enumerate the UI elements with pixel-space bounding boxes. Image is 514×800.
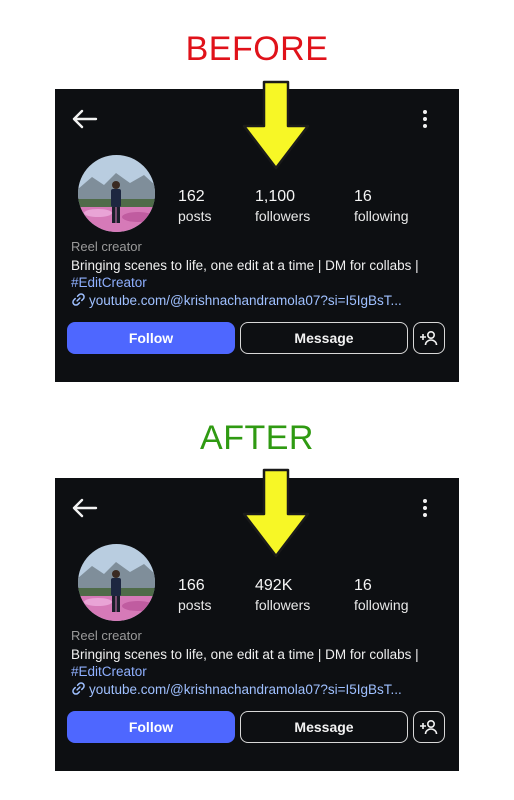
link-icon	[72, 293, 85, 306]
profile-link[interactable]: youtube.com/@krishnachandramola07?si=I5I…	[71, 292, 451, 308]
profile-link-text: youtube.com/@krishnachandramola07?si=I5I…	[89, 682, 402, 697]
following-label: following	[354, 208, 409, 224]
bio-line: Bringing scenes to life, one edit at a t…	[71, 258, 419, 273]
pointer-arrow-icon	[242, 80, 310, 170]
profile-link[interactable]: youtube.com/@krishnachandramola07?si=I5I…	[71, 681, 451, 697]
suggest-people-button[interactable]	[413, 322, 445, 354]
posts-count: 166	[178, 577, 205, 594]
back-arrow-icon[interactable]	[70, 107, 98, 131]
profile-link-text: youtube.com/@krishnachandramola07?si=I5I…	[89, 293, 402, 308]
follow-button[interactable]: Follow	[67, 322, 235, 354]
followers-label: followers	[255, 208, 311, 224]
pointer-arrow-icon	[242, 468, 310, 558]
following-label: following	[354, 597, 409, 613]
followers-count: 1,100	[255, 188, 296, 205]
followers-stat[interactable]: 1,100 followers	[255, 188, 310, 226]
followers-stat[interactable]: 492K followers	[255, 577, 310, 615]
link-icon	[72, 682, 85, 695]
following-stat[interactable]: 16 following	[354, 577, 408, 615]
add-person-icon	[420, 330, 438, 346]
posts-label: posts	[178, 208, 212, 224]
back-arrow-icon[interactable]	[70, 496, 98, 520]
avatar[interactable]	[78, 155, 155, 232]
followers-count: 492K	[255, 577, 293, 594]
following-count: 16	[354, 577, 372, 594]
more-vertical-icon[interactable]	[417, 107, 433, 131]
after-heading: AFTER	[200, 419, 314, 457]
posts-count: 162	[178, 188, 205, 205]
message-button[interactable]: Message	[240, 322, 408, 354]
add-person-icon	[420, 719, 438, 735]
suggest-people-button[interactable]	[413, 711, 445, 743]
bio-line: Bringing scenes to life, one edit at a t…	[71, 647, 419, 662]
posts-stat[interactable]: 162 posts	[178, 188, 211, 226]
more-vertical-icon[interactable]	[417, 496, 433, 520]
following-stat[interactable]: 16 following	[354, 188, 408, 226]
before-heading: BEFORE	[185, 30, 329, 68]
category-label: Reel creator	[71, 239, 142, 254]
posts-stat[interactable]: 166 posts	[178, 577, 211, 615]
follow-button[interactable]: Follow	[67, 711, 235, 743]
bio-text: Bringing scenes to life, one edit at a t…	[71, 646, 441, 680]
bio-hashtag[interactable]: #EditCreator	[71, 275, 147, 290]
following-count: 16	[354, 188, 372, 205]
bio-hashtag[interactable]: #EditCreator	[71, 664, 147, 679]
posts-label: posts	[178, 597, 212, 613]
message-button[interactable]: Message	[240, 711, 408, 743]
avatar[interactable]	[78, 544, 155, 621]
category-label: Reel creator	[71, 628, 142, 643]
bio-text: Bringing scenes to life, one edit at a t…	[71, 257, 441, 291]
followers-label: followers	[255, 597, 311, 613]
